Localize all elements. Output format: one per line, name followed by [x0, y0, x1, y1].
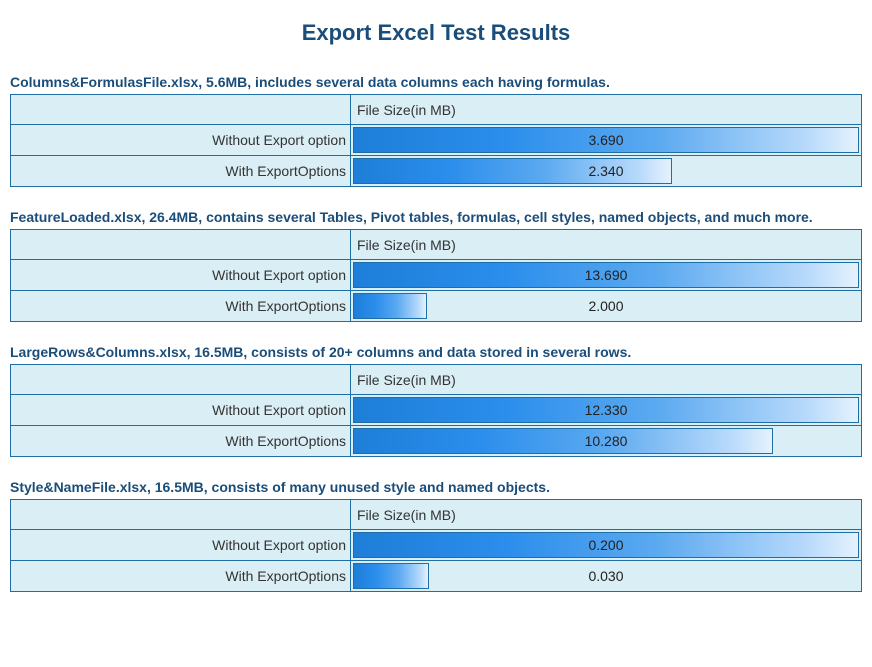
- table-row: Without Export option 13.690: [11, 260, 862, 291]
- bar-wrap: 13.690: [353, 262, 859, 288]
- chart-table: File Size(in MB) Without Export option 1…: [10, 364, 862, 457]
- bar-wrap: 2.340: [353, 158, 859, 184]
- table-row: With ExportOptions 2.340: [11, 156, 862, 187]
- section-title: Columns&FormulasFile.xlsx, 5.6MB, includ…: [10, 74, 862, 90]
- column-header: File Size(in MB): [351, 365, 862, 395]
- chart-table: File Size(in MB) Without Export option 0…: [10, 499, 862, 592]
- table-row: Without Export option 3.690: [11, 125, 862, 156]
- table-row: With ExportOptions 2.000: [11, 291, 862, 322]
- column-header: File Size(in MB): [351, 230, 862, 260]
- table-row: With ExportOptions 10.280: [11, 426, 862, 457]
- bar-wrap: 0.030: [353, 563, 859, 589]
- bar-value: 12.330: [353, 397, 859, 423]
- row-label-with: With ExportOptions: [11, 426, 351, 457]
- empty-cell: [11, 230, 351, 260]
- bar-value: 0.030: [353, 563, 859, 589]
- bar-wrap: 10.280: [353, 428, 859, 454]
- bar-cell: 0.030: [351, 561, 862, 592]
- row-label-without: Without Export option: [11, 395, 351, 426]
- table-row: File Size(in MB): [11, 365, 862, 395]
- column-header: File Size(in MB): [351, 95, 862, 125]
- table-row: File Size(in MB): [11, 500, 862, 530]
- bar-value: 0.200: [353, 532, 859, 558]
- row-label-with: With ExportOptions: [11, 561, 351, 592]
- bar-wrap: 12.330: [353, 397, 859, 423]
- table-row: With ExportOptions 0.030: [11, 561, 862, 592]
- table-row: File Size(in MB): [11, 95, 862, 125]
- row-label-without: Without Export option: [11, 530, 351, 561]
- table-row: Without Export option 0.200: [11, 530, 862, 561]
- empty-cell: [11, 365, 351, 395]
- section-title: Style&NameFile.xlsx, 16.5MB, consists of…: [10, 479, 862, 495]
- section-title: LargeRows&Columns.xlsx, 16.5MB, consists…: [10, 344, 862, 360]
- row-label-with: With ExportOptions: [11, 156, 351, 187]
- bar-value: 2.340: [353, 158, 859, 184]
- row-label-with: With ExportOptions: [11, 291, 351, 322]
- chart-table: File Size(in MB) Without Export option 1…: [10, 229, 862, 322]
- bar-cell: 2.340: [351, 156, 862, 187]
- empty-cell: [11, 95, 351, 125]
- bar-cell: 0.200: [351, 530, 862, 561]
- bar-cell: 10.280: [351, 426, 862, 457]
- bar-cell: 2.000: [351, 291, 862, 322]
- bar-wrap: 3.690: [353, 127, 859, 153]
- bar-cell: 3.690: [351, 125, 862, 156]
- bar-value: 13.690: [353, 262, 859, 288]
- table-row: Without Export option 12.330: [11, 395, 862, 426]
- bar-cell: 13.690: [351, 260, 862, 291]
- chart-table: File Size(in MB) Without Export option 3…: [10, 94, 862, 187]
- section-title: FeatureLoaded.xlsx, 26.4MB, contains sev…: [10, 209, 862, 225]
- bar-value: 3.690: [353, 127, 859, 153]
- empty-cell: [11, 500, 351, 530]
- table-row: File Size(in MB): [11, 230, 862, 260]
- bar-cell: 12.330: [351, 395, 862, 426]
- bar-wrap: 2.000: [353, 293, 859, 319]
- column-header: File Size(in MB): [351, 500, 862, 530]
- page-title: Export Excel Test Results: [10, 20, 862, 46]
- bar-wrap: 0.200: [353, 532, 859, 558]
- row-label-without: Without Export option: [11, 125, 351, 156]
- bar-value: 2.000: [353, 293, 859, 319]
- bar-value: 10.280: [353, 428, 859, 454]
- row-label-without: Without Export option: [11, 260, 351, 291]
